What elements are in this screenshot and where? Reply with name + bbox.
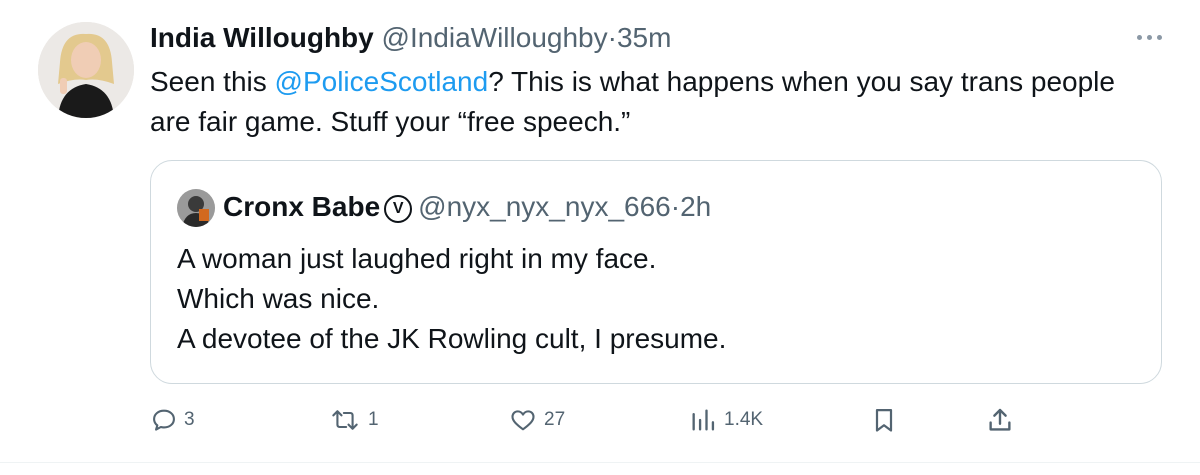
- tweet-text-before: Seen this: [150, 66, 275, 97]
- like-button[interactable]: 27: [508, 398, 565, 442]
- quoted-header: Cronx Babe V @nyx_nyx_nyx_666·2h: [223, 187, 711, 227]
- more-icon[interactable]: [1127, 22, 1171, 52]
- views-count: 1.4K: [724, 409, 764, 430]
- quoted-avatar[interactable]: [177, 189, 215, 227]
- retweet-button[interactable]: 1: [328, 398, 379, 442]
- tweet[interactable]: India Willoughby @IndiaWilloughby·35m Se…: [0, 0, 1200, 475]
- author-handle[interactable]: @IndiaWilloughby: [382, 22, 608, 53]
- verified-badge-icon: V: [384, 195, 413, 223]
- heart-icon: [511, 410, 535, 431]
- share-icon: [989, 408, 1011, 431]
- views-icon: [692, 409, 715, 431]
- avatar-image: [38, 22, 134, 118]
- quoted-text-line: A woman just laughed right in my face.: [177, 243, 657, 274]
- action-bar: 3 1 27 1.4K: [150, 398, 1170, 442]
- like-count: 27: [544, 409, 566, 430]
- share-button[interactable]: [985, 398, 1015, 442]
- reply-count: 3: [184, 409, 195, 430]
- quoted-avatar-image: [177, 189, 215, 227]
- quoted-tweet[interactable]: Cronx Babe V @nyx_nyx_nyx_666·2h A woman j…: [150, 160, 1162, 384]
- bookmark-button[interactable]: [870, 398, 898, 442]
- reply-button[interactable]: 3: [150, 398, 195, 442]
- views-button[interactable]: 1.4K: [688, 398, 763, 442]
- quoted-author-handle[interactable]: @nyx_nyx_nyx_666: [418, 191, 671, 222]
- quoted-text: A woman just laughed right in my face. W…: [177, 239, 726, 359]
- quoted-separator-dot: ·: [670, 191, 681, 222]
- quoted-text-line: A devotee of the JK Rowling cult, I pres…: [177, 323, 727, 354]
- mention-link[interactable]: @PoliceScotland: [275, 66, 489, 97]
- retweet-count: 1: [368, 409, 379, 430]
- tweet-header: India Willoughby @IndiaWilloughby·35m: [150, 18, 671, 58]
- timestamp[interactable]: 35m: [617, 22, 671, 53]
- quoted-text-line: Which was nice.: [177, 283, 380, 314]
- avatar[interactable]: [38, 22, 134, 118]
- retweet-icon: [332, 410, 358, 430]
- reply-icon: [153, 409, 175, 431]
- divider: [0, 462, 1200, 463]
- quoted-timestamp[interactable]: 2h: [680, 191, 711, 222]
- separator-dot: ·: [607, 22, 617, 53]
- tweet-text: Seen this @PoliceScotland? This is what …: [150, 62, 1150, 142]
- quoted-author-name[interactable]: Cronx Babe: [223, 191, 380, 222]
- author-name[interactable]: India Willoughby: [150, 22, 374, 53]
- bookmark-icon: [875, 408, 893, 432]
